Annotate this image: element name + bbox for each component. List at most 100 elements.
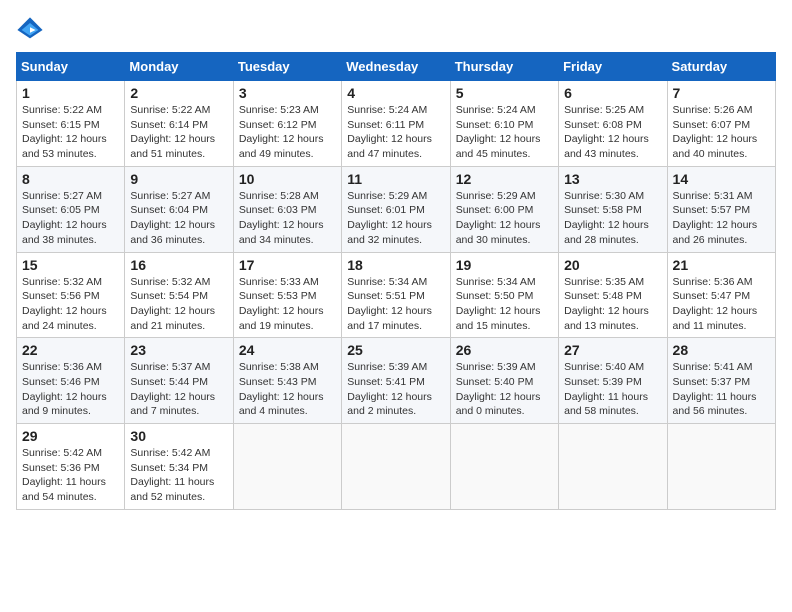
day-number: 30 xyxy=(130,428,227,444)
day-info: Sunrise: 5:36 AM Sunset: 5:46 PM Dayligh… xyxy=(22,360,119,419)
day-number: 2 xyxy=(130,85,227,101)
calendar-cell: 28Sunrise: 5:41 AM Sunset: 5:37 PM Dayli… xyxy=(667,338,775,424)
calendar-cell: 22Sunrise: 5:36 AM Sunset: 5:46 PM Dayli… xyxy=(17,338,125,424)
day-info: Sunrise: 5:39 AM Sunset: 5:41 PM Dayligh… xyxy=(347,360,444,419)
day-number: 3 xyxy=(239,85,336,101)
calendar-cell: 8 Sunrise: 5:27 AM Sunset: 6:05 PM Daylig… xyxy=(17,166,125,252)
day-info: Sunrise: 5:38 AM Sunset: 5:43 PM Dayligh… xyxy=(239,360,336,419)
calendar-week-1: 1 Sunrise: 5:22 AM Sunset: 6:15 PM Daylig… xyxy=(17,81,776,167)
day-info: Sunrise: 5:32 AM Sunset: 5:54 PM Dayligh… xyxy=(130,275,227,334)
logo-icon xyxy=(16,16,44,44)
day-info: Sunrise: 5:32 AM Sunset: 5:56 PM Dayligh… xyxy=(22,275,119,334)
day-number: 29 xyxy=(22,428,119,444)
calendar-cell: 5 Sunrise: 5:24 AM Sunset: 6:10 PM Daylig… xyxy=(450,81,558,167)
logo xyxy=(16,16,46,44)
day-info: Sunrise: 5:22 AM Sunset: 6:14 PM Dayligh… xyxy=(130,103,227,162)
day-info: Sunrise: 5:41 AM Sunset: 5:37 PM Dayligh… xyxy=(673,360,770,419)
calendar-cell: 24 Sunrise: 5:38 AM Sunset: 5:43 PM Dayli… xyxy=(233,338,341,424)
day-number: 24 xyxy=(239,342,336,358)
day-number: 1 xyxy=(22,85,119,101)
day-info: Sunrise: 5:34 AM Sunset: 5:51 PM Dayligh… xyxy=(347,275,444,334)
day-number: 9 xyxy=(130,171,227,187)
page-header xyxy=(16,16,776,44)
calendar-cell: 29 Sunrise: 5:42 AM Sunset: 5:36 PM Dayli… xyxy=(17,424,125,510)
calendar-cell: 18 Sunrise: 5:34 AM Sunset: 5:51 PM Dayli… xyxy=(342,252,450,338)
calendar-cell: 12Sunrise: 5:29 AM Sunset: 6:00 PM Dayli… xyxy=(450,166,558,252)
calendar-cell: 23 Sunrise: 5:37 AM Sunset: 5:44 PM Dayli… xyxy=(125,338,233,424)
calendar-body: 1 Sunrise: 5:22 AM Sunset: 6:15 PM Daylig… xyxy=(17,81,776,510)
calendar-cell: 30 Sunrise: 5:42 AM Sunset: 5:34 PM Dayli… xyxy=(125,424,233,510)
calendar-cell xyxy=(667,424,775,510)
day-number: 11 xyxy=(347,171,444,187)
day-info: Sunrise: 5:35 AM Sunset: 5:48 PM Dayligh… xyxy=(564,275,661,334)
calendar-cell: 7 Sunrise: 5:26 AM Sunset: 6:07 PM Daylig… xyxy=(667,81,775,167)
calendar-cell xyxy=(233,424,341,510)
day-info: Sunrise: 5:31 AM Sunset: 5:57 PM Dayligh… xyxy=(673,189,770,248)
day-info: Sunrise: 5:29 AM Sunset: 6:01 PM Dayligh… xyxy=(347,189,444,248)
calendar-cell xyxy=(450,424,558,510)
calendar-cell: 25 Sunrise: 5:39 AM Sunset: 5:41 PM Dayli… xyxy=(342,338,450,424)
calendar-cell: 1 Sunrise: 5:22 AM Sunset: 6:15 PM Daylig… xyxy=(17,81,125,167)
day-info: Sunrise: 5:27 AM Sunset: 6:04 PM Dayligh… xyxy=(130,189,227,248)
day-info: Sunrise: 5:29 AM Sunset: 6:00 PM Dayligh… xyxy=(456,189,553,248)
day-header-thursday: Thursday xyxy=(450,53,558,81)
calendar-cell: 26 Sunrise: 5:39 AM Sunset: 5:40 PM Dayli… xyxy=(450,338,558,424)
day-info: Sunrise: 5:42 AM Sunset: 5:34 PM Dayligh… xyxy=(130,446,227,505)
day-info: Sunrise: 5:24 AM Sunset: 6:11 PM Dayligh… xyxy=(347,103,444,162)
day-number: 19 xyxy=(456,257,553,273)
calendar-cell: 13Sunrise: 5:30 AM Sunset: 5:58 PM Dayli… xyxy=(559,166,667,252)
day-number: 16 xyxy=(130,257,227,273)
day-header-saturday: Saturday xyxy=(667,53,775,81)
day-number: 26 xyxy=(456,342,553,358)
calendar-cell: 10 Sunrise: 5:28 AM Sunset: 6:03 PM Dayli… xyxy=(233,166,341,252)
day-number: 7 xyxy=(673,85,770,101)
day-number: 25 xyxy=(347,342,444,358)
day-info: Sunrise: 5:25 AM Sunset: 6:08 PM Dayligh… xyxy=(564,103,661,162)
calendar-cell: 19 Sunrise: 5:34 AM Sunset: 5:50 PM Dayli… xyxy=(450,252,558,338)
day-info: Sunrise: 5:27 AM Sunset: 6:05 PM Dayligh… xyxy=(22,189,119,248)
calendar-cell: 21Sunrise: 5:36 AM Sunset: 5:47 PM Dayli… xyxy=(667,252,775,338)
calendar-cell: 9 Sunrise: 5:27 AM Sunset: 6:04 PM Daylig… xyxy=(125,166,233,252)
calendar-cell: 14Sunrise: 5:31 AM Sunset: 5:57 PM Dayli… xyxy=(667,166,775,252)
calendar-cell: 16 Sunrise: 5:32 AM Sunset: 5:54 PM Dayli… xyxy=(125,252,233,338)
calendar-cell: 20 Sunrise: 5:35 AM Sunset: 5:48 PM Dayli… xyxy=(559,252,667,338)
day-header-friday: Friday xyxy=(559,53,667,81)
day-info: Sunrise: 5:26 AM Sunset: 6:07 PM Dayligh… xyxy=(673,103,770,162)
day-info: Sunrise: 5:42 AM Sunset: 5:36 PM Dayligh… xyxy=(22,446,119,505)
calendar-week-4: 22Sunrise: 5:36 AM Sunset: 5:46 PM Dayli… xyxy=(17,338,776,424)
day-info: Sunrise: 5:37 AM Sunset: 5:44 PM Dayligh… xyxy=(130,360,227,419)
calendar-week-5: 29 Sunrise: 5:42 AM Sunset: 5:36 PM Dayli… xyxy=(17,424,776,510)
day-info: Sunrise: 5:28 AM Sunset: 6:03 PM Dayligh… xyxy=(239,189,336,248)
day-number: 8 xyxy=(22,171,119,187)
calendar-cell: 3 Sunrise: 5:23 AM Sunset: 6:12 PM Daylig… xyxy=(233,81,341,167)
calendar-cell: 15 Sunrise: 5:32 AM Sunset: 5:56 PM Dayli… xyxy=(17,252,125,338)
calendar-cell: 27Sunrise: 5:40 AM Sunset: 5:39 PM Dayli… xyxy=(559,338,667,424)
calendar-cell: 6Sunrise: 5:25 AM Sunset: 6:08 PM Daylig… xyxy=(559,81,667,167)
day-number: 5 xyxy=(456,85,553,101)
day-number: 10 xyxy=(239,171,336,187)
day-header-tuesday: Tuesday xyxy=(233,53,341,81)
calendar-cell: 4 Sunrise: 5:24 AM Sunset: 6:11 PM Daylig… xyxy=(342,81,450,167)
day-number: 27 xyxy=(564,342,661,358)
day-number: 15 xyxy=(22,257,119,273)
day-number: 4 xyxy=(347,85,444,101)
day-header-sunday: Sunday xyxy=(17,53,125,81)
calendar-cell: 2 Sunrise: 5:22 AM Sunset: 6:14 PM Daylig… xyxy=(125,81,233,167)
day-info: Sunrise: 5:39 AM Sunset: 5:40 PM Dayligh… xyxy=(456,360,553,419)
calendar-table: SundayMondayTuesdayWednesdayThursdayFrid… xyxy=(16,52,776,510)
calendar-week-2: 8 Sunrise: 5:27 AM Sunset: 6:05 PM Daylig… xyxy=(17,166,776,252)
day-info: Sunrise: 5:24 AM Sunset: 6:10 PM Dayligh… xyxy=(456,103,553,162)
calendar-cell xyxy=(342,424,450,510)
day-info: Sunrise: 5:36 AM Sunset: 5:47 PM Dayligh… xyxy=(673,275,770,334)
day-number: 18 xyxy=(347,257,444,273)
day-info: Sunrise: 5:33 AM Sunset: 5:53 PM Dayligh… xyxy=(239,275,336,334)
calendar-header-row: SundayMondayTuesdayWednesdayThursdayFrid… xyxy=(17,53,776,81)
day-number: 20 xyxy=(564,257,661,273)
day-info: Sunrise: 5:23 AM Sunset: 6:12 PM Dayligh… xyxy=(239,103,336,162)
calendar-cell: 11 Sunrise: 5:29 AM Sunset: 6:01 PM Dayli… xyxy=(342,166,450,252)
day-info: Sunrise: 5:22 AM Sunset: 6:15 PM Dayligh… xyxy=(22,103,119,162)
day-number: 23 xyxy=(130,342,227,358)
day-info: Sunrise: 5:34 AM Sunset: 5:50 PM Dayligh… xyxy=(456,275,553,334)
day-header-wednesday: Wednesday xyxy=(342,53,450,81)
calendar-week-3: 15 Sunrise: 5:32 AM Sunset: 5:56 PM Dayli… xyxy=(17,252,776,338)
